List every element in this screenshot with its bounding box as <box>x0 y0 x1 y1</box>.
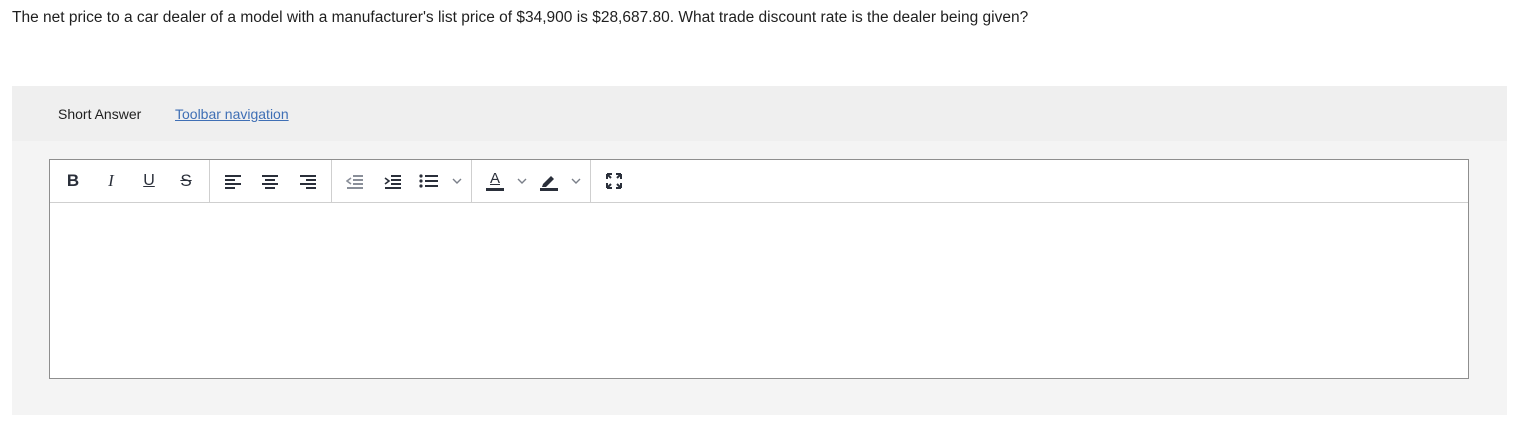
highlight-icon <box>540 176 558 191</box>
italic-button[interactable]: I <box>100 170 122 192</box>
underline-button[interactable]: U <box>138 170 160 192</box>
answer-type-label: Short Answer <box>58 106 142 122</box>
bold-button[interactable]: B <box>62 170 84 192</box>
bullet-list-icon <box>419 174 438 188</box>
text-color-icon: A <box>489 170 500 187</box>
toolbar-separator <box>331 160 332 202</box>
underline-icon: U <box>143 172 155 189</box>
align-right-icon <box>300 175 316 189</box>
align-left-icon <box>225 175 241 189</box>
align-center-icon <box>262 175 278 189</box>
align-center-button[interactable] <box>259 170 281 192</box>
strikethrough-button[interactable]: S <box>175 170 197 192</box>
toolbar-separator <box>209 160 210 202</box>
indent-button[interactable] <box>382 170 404 192</box>
outdent-button[interactable] <box>344 170 366 192</box>
chevron-down-icon[interactable] <box>452 175 462 187</box>
highlight-color-button[interactable] <box>538 170 560 192</box>
toolbar-navigation-link[interactable]: Toolbar navigation <box>175 106 289 122</box>
toolbar-separator <box>590 160 591 202</box>
answer-text-area[interactable] <box>50 203 1468 378</box>
indent-icon <box>384 175 401 189</box>
chevron-down-icon[interactable] <box>571 175 581 187</box>
strikethrough-icon: S <box>180 171 192 190</box>
chevron-down-icon[interactable] <box>517 175 527 187</box>
bullet-list-button[interactable] <box>418 170 440 192</box>
fullscreen-icon <box>606 173 622 189</box>
align-left-button[interactable] <box>222 170 244 192</box>
outdent-icon <box>346 175 363 189</box>
text-color-button[interactable]: A <box>484 170 506 192</box>
align-right-button[interactable] <box>297 170 319 192</box>
text-color-swatch <box>486 188 504 191</box>
answer-panel: Short Answer Toolbar navigation B I U S <box>12 86 1507 415</box>
toolbar-separator <box>471 160 472 202</box>
answer-panel-header: Short Answer Toolbar navigation <box>12 86 1507 141</box>
fullscreen-button[interactable] <box>603 170 625 192</box>
editor-toolbar: B I U S A <box>50 160 1468 203</box>
rich-text-editor: B I U S A <box>49 159 1469 379</box>
italic-icon: I <box>108 171 114 190</box>
question-text: The net price to a car dealer of a model… <box>12 9 1029 26</box>
bold-icon: B <box>66 171 80 190</box>
